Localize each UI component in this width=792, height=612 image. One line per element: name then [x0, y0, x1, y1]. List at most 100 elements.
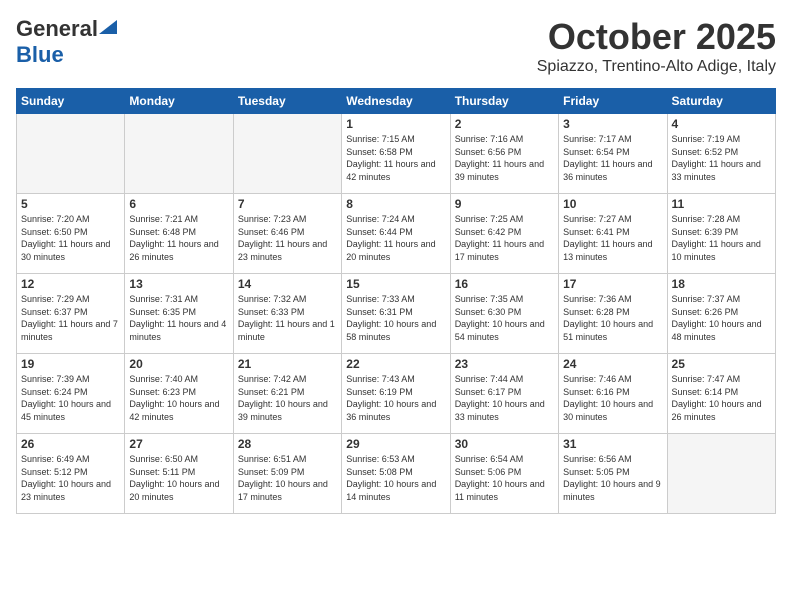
- day-info: Sunrise: 7:19 AMSunset: 6:52 PMDaylight:…: [672, 133, 771, 183]
- calendar-week-1: 1Sunrise: 7:15 AMSunset: 6:58 PMDaylight…: [17, 114, 776, 194]
- calendar-cell: [125, 114, 233, 194]
- calendar-cell: 25 Sunrise: 7:47 AMSunset: 6:14 PMDayligh…: [667, 354, 775, 434]
- day-number: 14: [238, 277, 337, 291]
- day-number: 3: [563, 117, 662, 131]
- calendar-week-2: 5Sunrise: 7:20 AMSunset: 6:50 PMDaylight…: [17, 194, 776, 274]
- day-number: 17: [563, 277, 662, 291]
- calendar-cell: 23Sunrise: 7:44 AMSunset: 6:17 PMDayligh…: [450, 354, 558, 434]
- day-info: Sunrise: 6:54 AMSunset: 5:06 PMDaylight:…: [455, 453, 554, 503]
- calendar-cell: 27 Sunrise: 6:50 AMSunset: 5:11 PMDayligh…: [125, 434, 233, 514]
- calendar-cell: 19Sunrise: 7:39 AMSunset: 6:24 PMDayligh…: [17, 354, 125, 434]
- day-number: 6: [129, 197, 228, 211]
- calendar-cell: 12Sunrise: 7:29 AMSunset: 6:37 PMDayligh…: [17, 274, 125, 354]
- calendar-cell: 14 Sunrise: 7:32 AMSunset: 6:33 PMDayligh…: [233, 274, 341, 354]
- day-number: 31: [563, 437, 662, 451]
- day-number: 24: [563, 357, 662, 371]
- day-number: 15: [346, 277, 445, 291]
- weekday-header-saturday: Saturday: [667, 89, 775, 114]
- calendar-week-3: 12Sunrise: 7:29 AMSunset: 6:37 PMDayligh…: [17, 274, 776, 354]
- day-info: Sunrise: 7:25 AMSunset: 6:42 PMDaylight:…: [455, 213, 554, 263]
- calendar-cell: 24 Sunrise: 7:46 AMSunset: 6:16 PMDayligh…: [559, 354, 667, 434]
- calendar-cell: 30 Sunrise: 6:54 AMSunset: 5:06 PMDayligh…: [450, 434, 558, 514]
- calendar-cell: 15 Sunrise: 7:33 AMSunset: 6:31 PMDayligh…: [342, 274, 450, 354]
- calendar-cell: 17 Sunrise: 7:36 AMSunset: 6:28 PMDayligh…: [559, 274, 667, 354]
- day-info: Sunrise: 6:56 AMSunset: 5:05 PMDaylight:…: [563, 453, 662, 503]
- day-info: Sunrise: 7:35 AMSunset: 6:30 PMDaylight:…: [455, 293, 554, 343]
- day-info: Sunrise: 7:29 AMSunset: 6:37 PMDaylight:…: [21, 293, 120, 343]
- calendar-cell: 22 Sunrise: 7:43 AMSunset: 6:19 PMDayligh…: [342, 354, 450, 434]
- day-number: 18: [672, 277, 771, 291]
- day-number: 27: [129, 437, 228, 451]
- day-info: Sunrise: 7:16 AMSunset: 6:56 PMDaylight:…: [455, 133, 554, 183]
- logo: General Blue: [16, 16, 117, 68]
- logo-blue: Blue: [16, 42, 64, 67]
- day-number: 4: [672, 117, 771, 131]
- location-title: Spiazzo, Trentino-Alto Adige, Italy: [537, 58, 776, 76]
- day-info: Sunrise: 7:17 AMSunset: 6:54 PMDaylight:…: [563, 133, 662, 183]
- day-number: 7: [238, 197, 337, 211]
- day-number: 9: [455, 197, 554, 211]
- logo-general: General: [16, 16, 98, 42]
- day-number: 25: [672, 357, 771, 371]
- calendar-cell: 16 Sunrise: 7:35 AMSunset: 6:30 PMDayligh…: [450, 274, 558, 354]
- calendar-cell: 1Sunrise: 7:15 AMSunset: 6:58 PMDaylight…: [342, 114, 450, 194]
- calendar-cell: 18Sunrise: 7:37 AMSunset: 6:26 PMDayligh…: [667, 274, 775, 354]
- title-block: October 2025 Spiazzo, Trentino-Alto Adig…: [537, 16, 776, 76]
- day-info: Sunrise: 6:51 AMSunset: 5:09 PMDaylight:…: [238, 453, 337, 503]
- day-number: 28: [238, 437, 337, 451]
- calendar-cell: [667, 434, 775, 514]
- day-number: 16: [455, 277, 554, 291]
- calendar-cell: 13 Sunrise: 7:31 AMSunset: 6:35 PMDayligh…: [125, 274, 233, 354]
- weekday-header-friday: Friday: [559, 89, 667, 114]
- weekday-header-monday: Monday: [125, 89, 233, 114]
- day-info: Sunrise: 7:20 AMSunset: 6:50 PMDaylight:…: [21, 213, 120, 263]
- day-info: Sunrise: 7:40 AMSunset: 6:23 PMDaylight:…: [129, 373, 228, 423]
- calendar-cell: [17, 114, 125, 194]
- page-header: General Blue October 2025 Spiazzo, Trent…: [16, 16, 776, 76]
- calendar-cell: 3 Sunrise: 7:17 AMSunset: 6:54 PMDaylight…: [559, 114, 667, 194]
- day-number: 13: [129, 277, 228, 291]
- calendar-cell: 29Sunrise: 6:53 AMSunset: 5:08 PMDayligh…: [342, 434, 450, 514]
- day-number: 30: [455, 437, 554, 451]
- day-number: 2: [455, 117, 554, 131]
- day-info: Sunrise: 7:27 AMSunset: 6:41 PMDaylight:…: [563, 213, 662, 263]
- day-number: 11: [672, 197, 771, 211]
- day-info: Sunrise: 7:43 AMSunset: 6:19 PMDaylight:…: [346, 373, 445, 423]
- day-info: Sunrise: 7:31 AMSunset: 6:35 PMDaylight:…: [129, 293, 228, 343]
- day-number: 26: [21, 437, 120, 451]
- calendar-cell: 26 Sunrise: 6:49 AMSunset: 5:12 PMDayligh…: [17, 434, 125, 514]
- day-number: 19: [21, 357, 120, 371]
- day-info: Sunrise: 7:36 AMSunset: 6:28 PMDaylight:…: [563, 293, 662, 343]
- calendar-cell: 6Sunrise: 7:21 AMSunset: 6:48 PMDaylight…: [125, 194, 233, 274]
- calendar-week-4: 19Sunrise: 7:39 AMSunset: 6:24 PMDayligh…: [17, 354, 776, 434]
- day-number: 8: [346, 197, 445, 211]
- calendar-cell: 5Sunrise: 7:20 AMSunset: 6:50 PMDaylight…: [17, 194, 125, 274]
- day-number: 22: [346, 357, 445, 371]
- weekday-header-tuesday: Tuesday: [233, 89, 341, 114]
- weekday-header-sunday: Sunday: [17, 89, 125, 114]
- day-number: 21: [238, 357, 337, 371]
- day-info: Sunrise: 7:42 AMSunset: 6:21 PMDaylight:…: [238, 373, 337, 423]
- day-info: Sunrise: 6:50 AMSunset: 5:11 PMDaylight:…: [129, 453, 228, 503]
- day-info: Sunrise: 7:33 AMSunset: 6:31 PMDaylight:…: [346, 293, 445, 343]
- logo-arrow-icon: [99, 16, 117, 34]
- day-number: 1: [346, 117, 445, 131]
- weekday-header-row: SundayMondayTuesdayWednesdayThursdayFrid…: [17, 89, 776, 114]
- calendar-cell: 21 Sunrise: 7:42 AMSunset: 6:21 PMDayligh…: [233, 354, 341, 434]
- day-info: Sunrise: 7:47 AMSunset: 6:14 PMDaylight:…: [672, 373, 771, 423]
- day-info: Sunrise: 7:44 AMSunset: 6:17 PMDaylight:…: [455, 373, 554, 423]
- calendar-cell: 28 Sunrise: 6:51 AMSunset: 5:09 PMDayligh…: [233, 434, 341, 514]
- calendar-cell: 7 Sunrise: 7:23 AMSunset: 6:46 PMDaylight…: [233, 194, 341, 274]
- calendar-cell: [233, 114, 341, 194]
- calendar-cell: 11Sunrise: 7:28 AMSunset: 6:39 PMDayligh…: [667, 194, 775, 274]
- calendar-week-5: 26 Sunrise: 6:49 AMSunset: 5:12 PMDayligh…: [17, 434, 776, 514]
- day-number: 10: [563, 197, 662, 211]
- day-info: Sunrise: 7:46 AMSunset: 6:16 PMDaylight:…: [563, 373, 662, 423]
- calendar-cell: 2 Sunrise: 7:16 AMSunset: 6:56 PMDaylight…: [450, 114, 558, 194]
- day-info: Sunrise: 7:23 AMSunset: 6:46 PMDaylight:…: [238, 213, 337, 263]
- calendar-cell: 8Sunrise: 7:24 AMSunset: 6:44 PMDaylight…: [342, 194, 450, 274]
- day-info: Sunrise: 7:32 AMSunset: 6:33 PMDaylight:…: [238, 293, 337, 343]
- calendar-table: SundayMondayTuesdayWednesdayThursdayFrid…: [16, 88, 776, 514]
- day-info: Sunrise: 6:49 AMSunset: 5:12 PMDaylight:…: [21, 453, 120, 503]
- calendar-cell: 10 Sunrise: 7:27 AMSunset: 6:41 PMDayligh…: [559, 194, 667, 274]
